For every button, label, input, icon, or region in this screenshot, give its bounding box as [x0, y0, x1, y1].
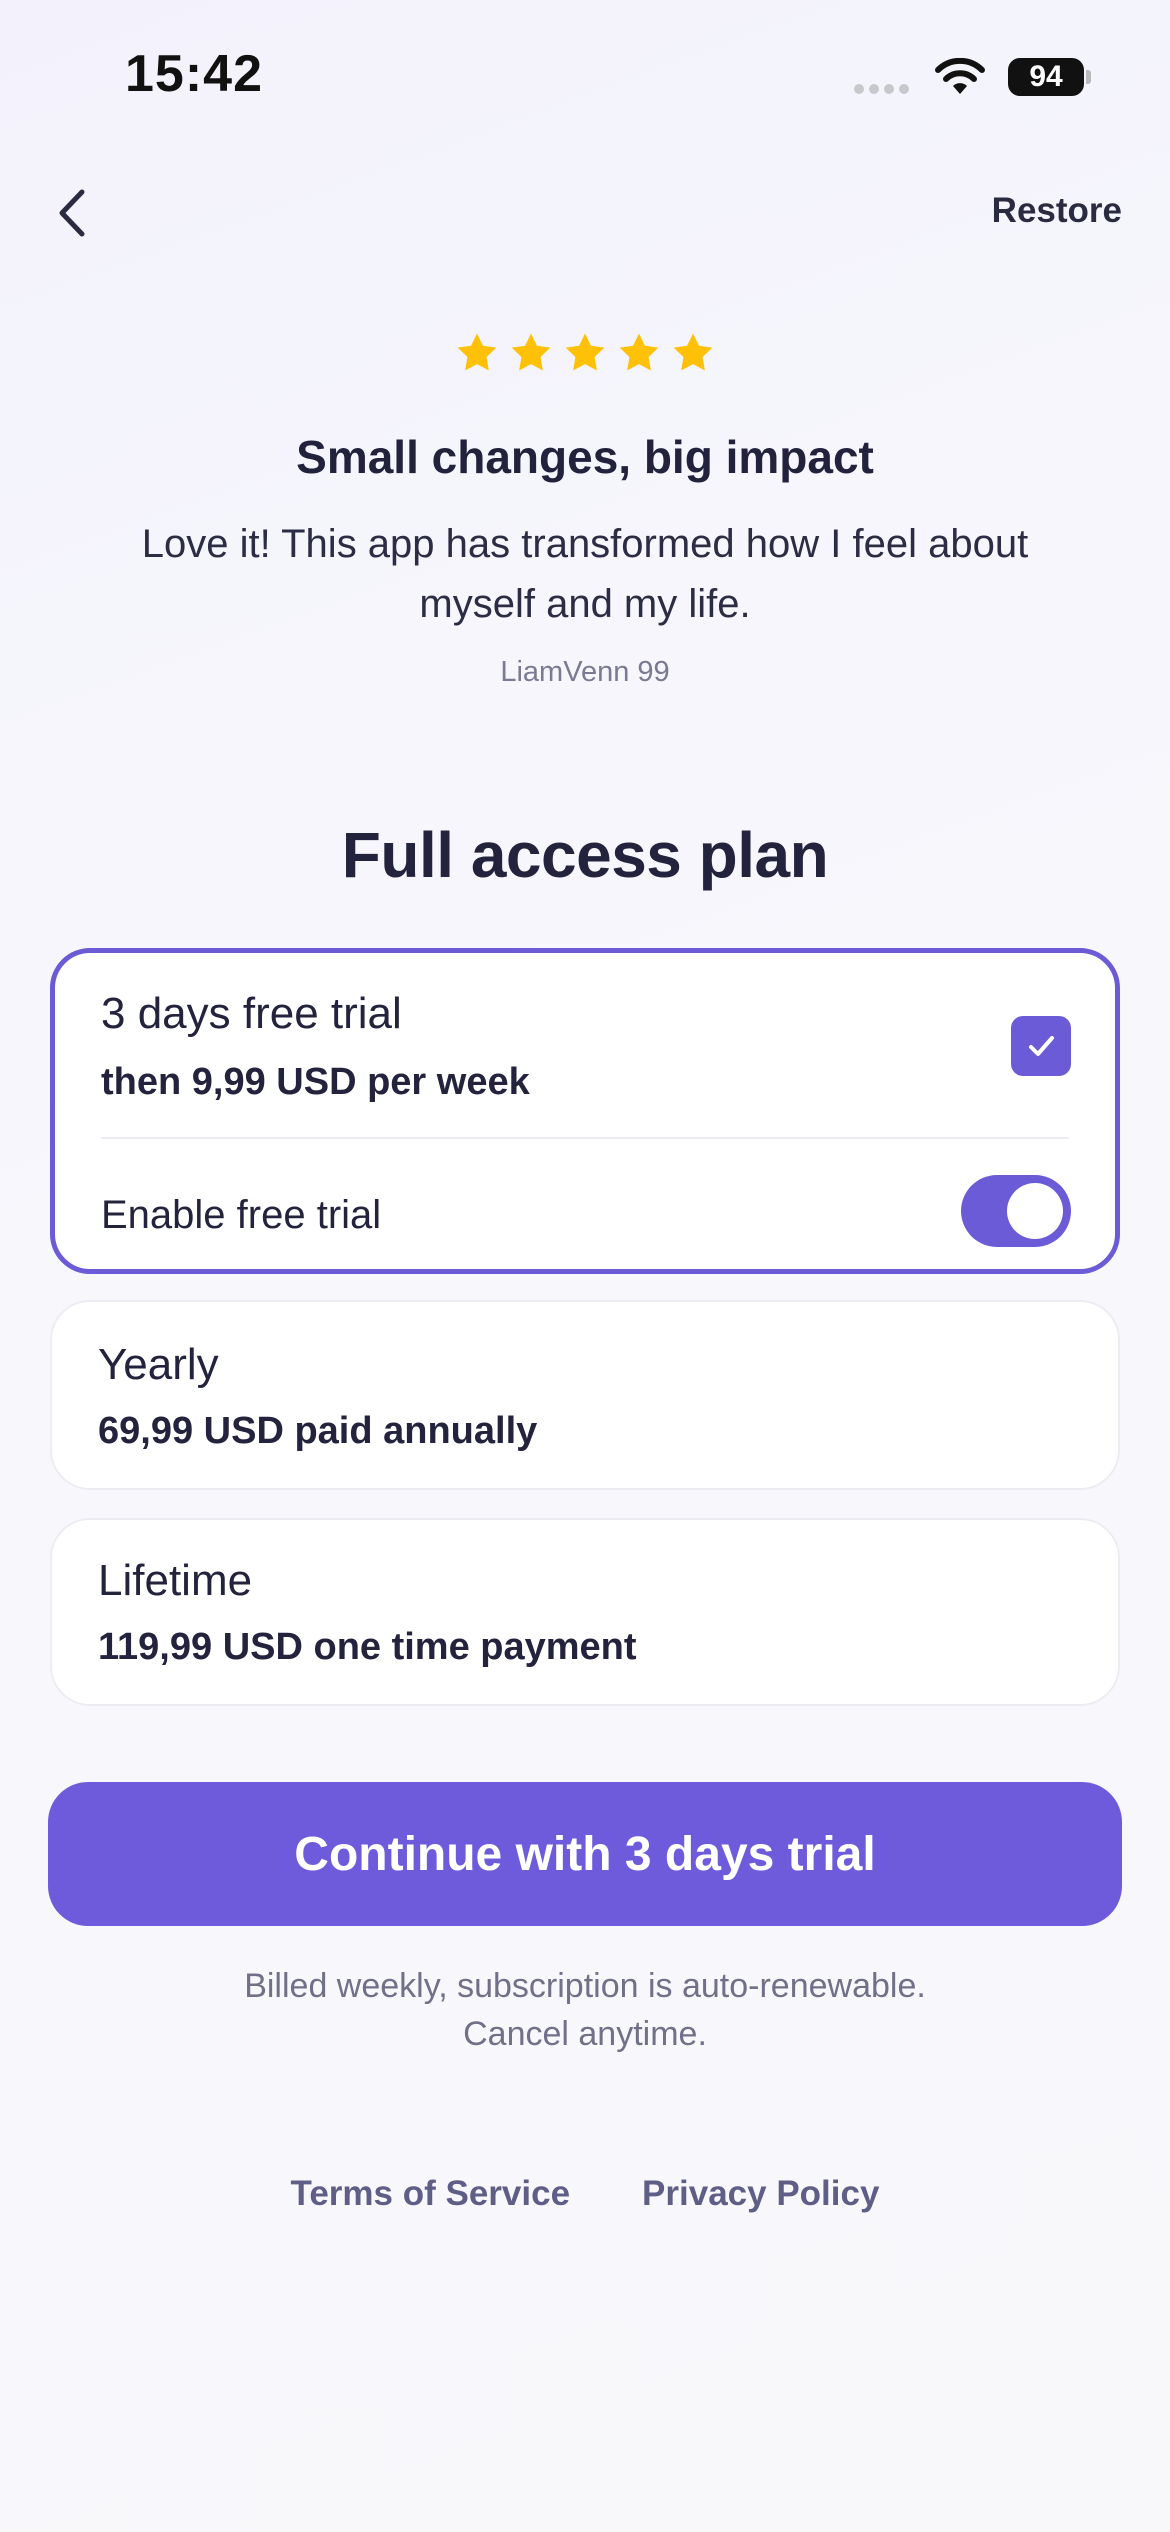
- chevron-left-icon: [59, 189, 85, 237]
- continue-button[interactable]: Continue with 3 days trial: [48, 1782, 1122, 1926]
- footer-links: Terms of Service Privacy Policy: [0, 2174, 1170, 2214]
- plan-label: 3 days free trial: [101, 989, 402, 1038]
- continue-button-label: Continue with 3 days trial: [294, 1827, 876, 1881]
- checkmark-icon: [1029, 1036, 1054, 1056]
- plan-section-title: Full access plan: [341, 819, 829, 891]
- status-time: 15:42: [125, 45, 263, 103]
- plan-card-yearly[interactable]: Yearly 69,99 USD paid annually: [50, 1300, 1120, 1490]
- restore-button[interactable]: Restore: [992, 191, 1122, 231]
- battery-level: 94: [1029, 60, 1063, 93]
- back-button[interactable]: [48, 180, 98, 246]
- free-trial-toggle-label: Enable free trial: [101, 1193, 382, 1237]
- terms-of-service-link[interactable]: Terms of Service: [291, 2174, 571, 2214]
- billing-note-line: Billed weekly, subscription is auto-rene…: [244, 1967, 926, 2005]
- review-body: Love it! This app has transformed how I …: [141, 522, 1029, 626]
- star-icon: [565, 333, 605, 371]
- privacy-policy-link[interactable]: Privacy Policy: [642, 2174, 879, 2214]
- cellular-signal-icon: [854, 84, 909, 94]
- star-icon: [457, 333, 497, 371]
- toggle-knob: [1007, 1183, 1063, 1239]
- free-trial-toggle[interactable]: [961, 1175, 1071, 1247]
- plan-label: Lifetime: [98, 1556, 253, 1605]
- divider: [101, 1137, 1069, 1139]
- plan-price: then 9,99 USD per week: [101, 1061, 530, 1103]
- plan-card-lifetime[interactable]: Lifetime 119,99 USD one time payment: [50, 1518, 1120, 1706]
- plan-label: Yearly: [98, 1340, 219, 1389]
- plan-price: 69,99 USD paid annually: [98, 1410, 538, 1452]
- plan-card-trial[interactable]: 3 days free trial then 9,99 USD per week…: [50, 948, 1120, 1274]
- star-icon: [511, 333, 551, 371]
- plan-selected-checkbox[interactable]: [1011, 1016, 1071, 1076]
- wifi-icon: [935, 58, 985, 94]
- battery-tip: [1086, 70, 1091, 84]
- plan-price: 119,99 USD one time payment: [98, 1626, 637, 1668]
- star-icon: [673, 333, 713, 371]
- star-rating: [0, 330, 1170, 376]
- battery-icon: 94: [1008, 58, 1084, 96]
- review-title: Small changes, big impact: [296, 431, 874, 483]
- billing-note-line: Cancel anytime.: [463, 2015, 707, 2053]
- star-icon: [619, 333, 659, 371]
- review-author: LiamVenn 99: [500, 656, 670, 688]
- billing-note: Billed weekly, subscription is auto-rene…: [0, 1962, 1170, 2058]
